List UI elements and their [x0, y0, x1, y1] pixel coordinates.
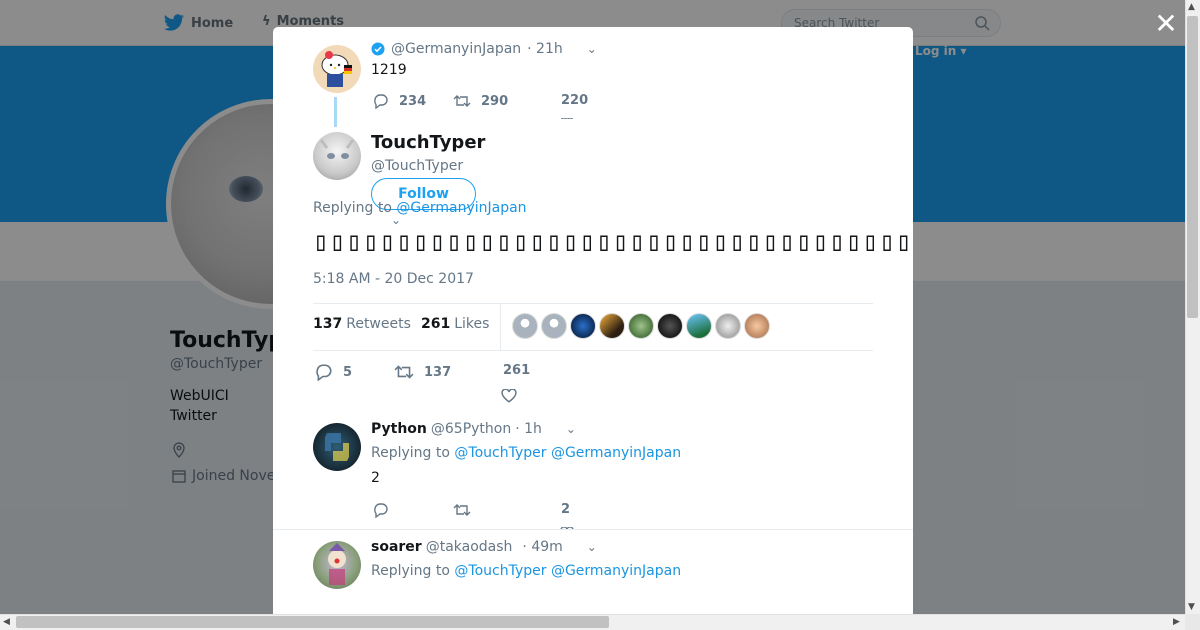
- tweet-text: ▯▯▯▯▯▯▯▯▯▯▯▯▯▯▯▯▯▯▯▯▯▯▯▯▯▯▯▯▯▯▯▯▯▯▯▯▯▯▯▯…: [313, 227, 913, 257]
- vertical-scrollbar-thumb[interactable]: [1187, 16, 1198, 318]
- like-count: 261: [503, 363, 531, 378]
- avatar[interactable]: [686, 313, 712, 339]
- retweet-icon: [453, 504, 471, 516]
- chevron-down-icon[interactable]: ⌄: [391, 213, 401, 227]
- tweet-handle[interactable]: @GermanyinJapan: [391, 41, 521, 57]
- tweet-author-handle[interactable]: @TouchTyper: [371, 158, 463, 174]
- avatar[interactable]: [570, 313, 596, 339]
- divider: [500, 304, 501, 350]
- mention-link[interactable]: @TouchTyper: [454, 563, 546, 579]
- tweet-handle[interactable]: @takaodash: [426, 539, 513, 555]
- thread-connector: [334, 97, 337, 127]
- tweet-time[interactable]: · 1h: [515, 421, 542, 437]
- replying-to: Replying to @TouchTyper @GermanyinJapan: [371, 563, 681, 579]
- reply-button[interactable]: 5: [315, 363, 352, 381]
- tweet-modal: @GermanyinJapan · 21h ⌄ 1219 234 290 220…: [273, 27, 913, 614]
- replying-to: Replying to @TouchTyper @GermanyinJapan: [371, 445, 681, 461]
- replying-to-prefix: Replying to: [313, 200, 397, 216]
- divider: [313, 303, 873, 304]
- retweet-icon: [453, 95, 471, 107]
- reply-count: 5: [343, 364, 353, 380]
- like-count: 220: [561, 93, 589, 108]
- avatar[interactable]: [541, 313, 567, 339]
- scroll-left-arrow-icon[interactable]: ◀: [3, 617, 10, 627]
- close-icon[interactable]: ✕: [1152, 10, 1180, 38]
- like-stat-count: 261: [421, 316, 451, 332]
- reply-count: 234: [399, 93, 427, 109]
- liker-avatars: [512, 313, 773, 339]
- scroll-up-arrow-icon[interactable]: ▲: [1188, 2, 1195, 12]
- replying-to-prefix: Replying to: [371, 563, 455, 579]
- like-count: 2: [561, 502, 571, 517]
- avatar[interactable]: [313, 541, 361, 589]
- replying-to-prefix: Replying to: [371, 445, 455, 461]
- avatar[interactable]: [657, 313, 683, 339]
- tweet-text: 2: [371, 470, 380, 486]
- tweet-header: Python @65Python · 1h ⌄: [371, 421, 576, 437]
- tweet-header: soarer @takaodash · 49m ⌄: [371, 539, 597, 555]
- mention-link[interactable]: @GermanyinJapan: [396, 200, 526, 216]
- avatar[interactable]: [628, 313, 654, 339]
- retweet-icon: [394, 365, 414, 379]
- heart-icon[interactable]: [501, 388, 517, 407]
- scrollbar-corner: [1185, 614, 1200, 630]
- reply-button[interactable]: [373, 502, 389, 522]
- chevron-down-icon[interactable]: ⌄: [587, 540, 597, 554]
- tweet-text: 1219: [371, 62, 407, 78]
- chevron-down-icon[interactable]: ⌄: [587, 42, 597, 56]
- reply-icon: [316, 364, 332, 381]
- like-count-label: 2: [561, 502, 570, 517]
- tweet-author-name[interactable]: Python: [371, 421, 427, 437]
- avatar[interactable]: [715, 313, 741, 339]
- scroll-right-arrow-icon[interactable]: ▶: [1173, 617, 1180, 627]
- avatar[interactable]: [744, 313, 770, 339]
- retweet-count: 290: [481, 93, 509, 109]
- verified-badge-icon: [371, 42, 385, 56]
- tweet-time[interactable]: · 21h: [527, 41, 563, 57]
- reply-icon: [374, 94, 388, 109]
- divider: [313, 350, 873, 351]
- avatar[interactable]: [512, 313, 538, 339]
- heart-icon[interactable]: [560, 115, 574, 119]
- avatar[interactable]: [313, 132, 361, 180]
- tweet-handle[interactable]: @65Python: [431, 421, 511, 437]
- mention-link[interactable]: @GermanyinJapan: [551, 563, 681, 579]
- tweet-header: @GermanyinJapan · 21h ⌄: [371, 41, 597, 57]
- retweet-stat-count: 137: [313, 316, 343, 332]
- retweet-stat-label: Retweets: [346, 316, 411, 332]
- like-stat-label: Likes: [454, 316, 490, 332]
- avatar[interactable]: [599, 313, 625, 339]
- divider: [273, 529, 913, 530]
- tweet-author-name[interactable]: soarer: [371, 539, 422, 555]
- retweet-button[interactable]: 137: [394, 363, 451, 381]
- replying-to: Replying to @GermanyinJapan: [313, 200, 527, 216]
- chevron-down-icon[interactable]: ⌄: [566, 422, 576, 436]
- retweet-button[interactable]: 290: [453, 93, 508, 109]
- tweet-author-name[interactable]: TouchTyper: [371, 132, 485, 153]
- horizontal-scrollbar-thumb[interactable]: [16, 616, 609, 628]
- like-stats[interactable]: 261 Likes: [421, 316, 489, 332]
- like-button[interactable]: 220: [561, 93, 588, 108]
- tweet-timestamp[interactable]: 5:18 AM - 20 Dec 2017: [313, 271, 474, 287]
- retweet-count: 137: [424, 364, 452, 380]
- like-count-label: 261: [503, 363, 530, 378]
- reply-icon: [374, 503, 388, 519]
- retweet-stats[interactable]: 137 Retweets: [313, 316, 411, 332]
- scroll-down-arrow-icon[interactable]: ▼: [1188, 602, 1195, 612]
- mention-link[interactable]: @TouchTyper: [454, 445, 546, 461]
- retweet-button[interactable]: [453, 502, 471, 522]
- tweet-time[interactable]: · 49m: [522, 539, 562, 555]
- mention-link[interactable]: @GermanyinJapan: [551, 445, 681, 461]
- reply-button[interactable]: 234: [373, 93, 426, 109]
- avatar[interactable]: [313, 45, 361, 93]
- avatar[interactable]: [313, 423, 361, 471]
